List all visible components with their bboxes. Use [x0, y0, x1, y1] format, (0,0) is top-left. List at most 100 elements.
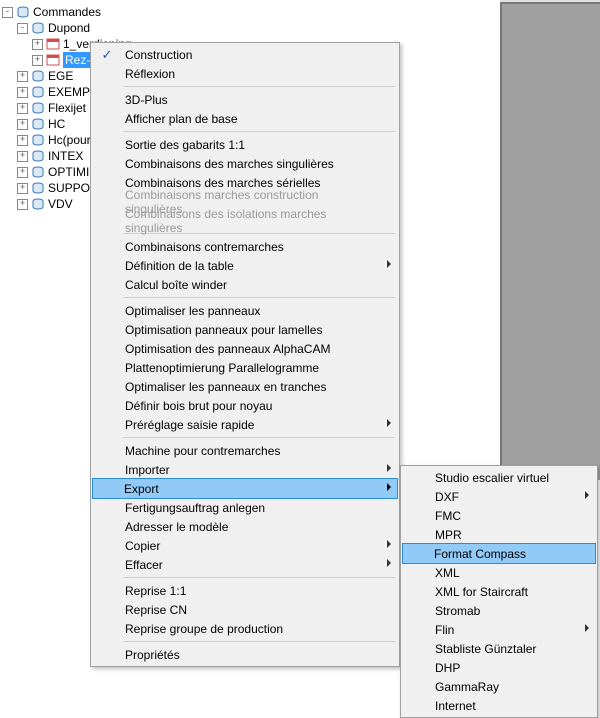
menu-item[interactable]: Plattenoptimierung Parallelogramme: [93, 358, 397, 377]
menu-item-label: Préréglage saisie rapide: [125, 418, 254, 432]
chevron-right-icon: [387, 483, 391, 491]
chevron-right-icon: [387, 419, 391, 427]
menu-item[interactable]: Combinaisons des marches singulières: [93, 154, 397, 173]
menu-item[interactable]: Propriétés: [93, 645, 397, 664]
expand-icon[interactable]: +: [17, 199, 28, 210]
menu-item[interactable]: DXF: [403, 487, 595, 506]
menu-item[interactable]: Combinaisons contremarches: [93, 237, 397, 256]
expand-icon[interactable]: +: [17, 167, 28, 178]
menu-item-label: GammaRay: [435, 680, 499, 694]
database-icon: [31, 102, 45, 114]
menu-separator: [123, 297, 395, 298]
menu-item[interactable]: FMC: [403, 506, 595, 525]
menu-item[interactable]: Sortie des gabarits 1:1: [93, 135, 397, 154]
menu-item[interactable]: Stabliste Günztaler: [403, 639, 595, 658]
menu-item[interactable]: Stromab: [403, 601, 595, 620]
menu-item[interactable]: Définir bois brut pour noyau: [93, 396, 397, 415]
document-canvas: [500, 0, 600, 480]
menu-item[interactable]: GammaRay: [403, 677, 595, 696]
menu-item[interactable]: Export: [92, 478, 398, 499]
menu-item[interactable]: XML: [403, 563, 595, 582]
menu-item-label: Adresser le modèle: [125, 520, 228, 534]
menu-separator: [123, 577, 395, 578]
menu-item-label: XML: [435, 566, 460, 580]
database-icon: [31, 86, 45, 98]
menu-item-label: Internet: [435, 699, 476, 713]
menu-item[interactable]: Machine pour contremarches: [93, 441, 397, 460]
menu-item[interactable]: Optimisation panneaux pour lamelles: [93, 320, 397, 339]
menu-item-label: Reprise 1:1: [125, 584, 186, 598]
menu-item: Combinaisons des isolations marches sing…: [93, 211, 397, 230]
expand-icon[interactable]: +: [17, 183, 28, 194]
menu-item[interactable]: Réflexion: [93, 64, 397, 83]
menu-item-label: Propriétés: [125, 648, 180, 662]
tree-folder-label: HC: [48, 116, 65, 132]
collapse-icon[interactable]: -: [17, 23, 28, 34]
menu-item-label: Sortie des gabarits 1:1: [125, 138, 245, 152]
menu-item[interactable]: MPR: [403, 525, 595, 544]
expand-icon[interactable]: +: [17, 135, 28, 146]
chevron-right-icon: [585, 491, 589, 499]
menu-item-label: Optimaliser les panneaux en tranches: [125, 380, 326, 394]
menu-item[interactable]: Format Compass: [402, 543, 596, 564]
menu-item[interactable]: Internet: [403, 696, 595, 715]
menu-item-label: Export: [124, 482, 159, 496]
menu-item[interactable]: Afficher plan de base: [93, 109, 397, 128]
menu-item[interactable]: Fertigungsauftrag anlegen: [93, 498, 397, 517]
export-submenu[interactable]: Studio escalier virtuelDXFFMC MPRFormat C…: [400, 465, 598, 718]
menu-item-label: Reprise groupe de production: [125, 622, 283, 636]
menu-item[interactable]: Flin: [403, 620, 595, 639]
menu-item[interactable]: Reprise CN: [93, 600, 397, 619]
menu-item[interactable]: Optimaliser les panneaux: [93, 301, 397, 320]
menu-item[interactable]: 3D-Plus: [93, 90, 397, 109]
menu-item-label: Combinaisons des isolations marches sing…: [125, 207, 379, 235]
menu-item-label: Effacer: [125, 558, 163, 572]
tree-folder[interactable]: - Dupond: [2, 20, 132, 36]
menu-item-label: DHP: [435, 661, 460, 675]
menu-item[interactable]: Construction✓: [93, 45, 397, 64]
menu-item[interactable]: DHP: [403, 658, 595, 677]
expand-icon[interactable]: +: [17, 71, 28, 82]
menu-item[interactable]: Optimaliser les panneaux en tranches: [93, 377, 397, 396]
database-icon: [31, 118, 45, 130]
menu-item[interactable]: Copier: [93, 536, 397, 555]
page-icon: [46, 38, 60, 50]
menu-item[interactable]: Effacer: [93, 555, 397, 574]
context-menu[interactable]: Construction✓Réflexion 3D-Plus Afficher pl…: [90, 42, 400, 667]
expand-icon[interactable]: +: [17, 119, 28, 130]
expand-icon[interactable]: +: [17, 103, 28, 114]
menu-item[interactable]: Importer: [93, 460, 397, 479]
expand-icon[interactable]: +: [17, 87, 28, 98]
menu-item-label: 3D-Plus: [125, 93, 168, 107]
menu-separator: [123, 437, 395, 438]
menu-item[interactable]: Reprise groupe de production: [93, 619, 397, 638]
menu-item[interactable]: Adresser le modèle: [93, 517, 397, 536]
menu-item-label: Afficher plan de base: [125, 112, 238, 126]
menu-item-label: Flin: [435, 623, 454, 637]
collapse-icon[interactable]: -: [2, 7, 13, 18]
chevron-right-icon: [387, 260, 391, 268]
menu-item[interactable]: Reprise 1:1: [93, 581, 397, 600]
database-icon: [31, 22, 45, 34]
menu-item-label: Combinaisons contremarches: [125, 240, 284, 254]
expand-icon[interactable]: +: [32, 39, 43, 50]
menu-item-label: Reprise CN: [125, 603, 187, 617]
menu-item[interactable]: XML for Staircraft: [403, 582, 595, 601]
chevron-right-icon: [387, 540, 391, 548]
menu-item-label: Calcul boîte winder: [125, 278, 227, 292]
menu-item-label: Stromab: [435, 604, 480, 618]
tree-root[interactable]: - Commandes: [2, 4, 132, 20]
chevron-right-icon: [387, 464, 391, 472]
menu-item-label: MPR: [435, 528, 462, 542]
chevron-right-icon: [585, 624, 589, 632]
menu-item-label: Construction: [125, 48, 192, 62]
menu-item[interactable]: Optimisation des panneaux AlphaCAM: [93, 339, 397, 358]
expand-icon[interactable]: +: [17, 151, 28, 162]
menu-item[interactable]: Studio escalier virtuel: [403, 468, 595, 487]
menu-item[interactable]: Calcul boîte winder: [93, 275, 397, 294]
menu-separator: [123, 131, 395, 132]
menu-item[interactable]: Préréglage saisie rapide: [93, 415, 397, 434]
expand-icon[interactable]: +: [32, 55, 43, 66]
menu-item[interactable]: Définition de la table: [93, 256, 397, 275]
tree-folder-label: VDV: [48, 196, 73, 212]
